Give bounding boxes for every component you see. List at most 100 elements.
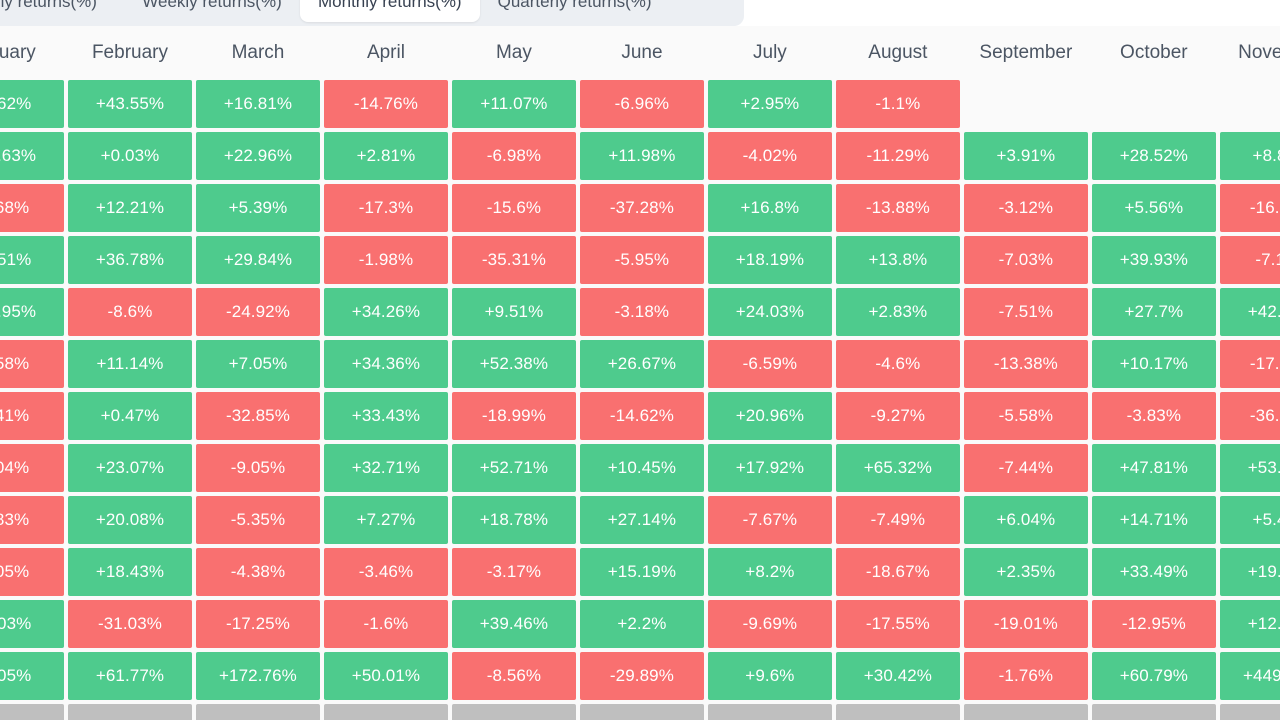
tab-monthly-returns[interactable]: Monthly returns(%) [300,0,480,22]
return-cell[interactable]: +20.08% [67,496,192,544]
return-cell[interactable]: -9.27% [835,392,960,440]
column-header-july[interactable]: July [707,30,832,76]
return-cell[interactable]: +52.71% [451,444,576,492]
return-cell[interactable]: +9.51% [451,288,576,336]
return-cell[interactable]: -12.95% [1091,600,1216,648]
return-cell[interactable]: -6.68% [0,184,64,232]
return-cell[interactable]: +0.62% [0,80,64,128]
return-cell[interactable]: +0.03% [0,600,64,648]
return-cell[interactable]: -18.67% [835,548,960,596]
return-cell[interactable]: +2.35% [963,548,1088,596]
return-cell[interactable]: +47.81% [1091,444,1216,492]
column-header-august[interactable]: August [835,30,960,76]
return-cell[interactable]: -1.98% [323,236,448,284]
return-cell[interactable]: -3.18% [579,288,704,336]
return-cell[interactable]: +5.56% [1091,184,1216,232]
return-cell[interactable]: +23.07% [67,444,192,492]
return-cell[interactable]: +28.52% [1091,132,1216,180]
column-header-february[interactable]: February [67,30,192,76]
return-cell[interactable]: -3.12% [963,184,1088,232]
return-cell[interactable]: +4.05% [0,652,64,700]
return-cell[interactable]: +29.95% [0,288,64,336]
return-cell[interactable]: -31.03% [67,600,192,648]
return-cell[interactable]: -17.25% [195,600,320,648]
return-cell[interactable]: -19.01% [963,600,1088,648]
return-cell[interactable]: +22.96% [195,132,320,180]
column-header-may[interactable]: May [451,30,576,76]
return-cell[interactable]: -15.6% [451,184,576,232]
return-cell[interactable]: -7.49% [835,496,960,544]
return-cell[interactable]: -29.89% [579,652,704,700]
return-cell[interactable]: +61.77% [67,652,192,700]
return-cell[interactable]: +18.19% [707,236,832,284]
return-cell[interactable]: +29.84% [195,236,320,284]
return-cell[interactable]: +65.32% [835,444,960,492]
return-cell[interactable]: -5.95% [579,236,704,284]
return-cell[interactable]: -14.76% [323,80,448,128]
return-cell[interactable]: +11.14% [67,340,192,388]
return-cell[interactable]: +60.79% [1091,652,1216,700]
returns-table-container[interactable]: JanuaryFebruaryMarchAprilMayJuneJulyAugu… [0,26,1280,720]
return-cell[interactable]: +10.17% [1091,340,1216,388]
return-cell[interactable]: -37.28% [579,184,704,232]
tab-weekly-returns[interactable]: Weekly returns(%) [124,0,300,22]
return-cell[interactable]: -7.03% [963,236,1088,284]
return-cell[interactable]: -6.96% [579,80,704,128]
return-cell[interactable]: +15.66% [67,704,192,720]
return-cell[interactable]: -1.76% [963,652,1088,700]
return-cell[interactable]: +4.51% [0,236,64,284]
return-cell[interactable]: -4.78% [963,704,1088,720]
return-cell-empty[interactable] [1092,80,1216,128]
return-cell[interactable]: +3.91% [963,132,1088,180]
column-header-june[interactable]: June [579,30,704,76]
return-cell[interactable]: +39.46% [451,600,576,648]
tab-quarterly-returns[interactable]: Quarterly returns(%) [480,0,670,22]
return-cell[interactable]: -13.88% [835,184,960,232]
return-cell[interactable]: +32.71% [323,444,448,492]
return-cell[interactable]: +10.45% [579,444,704,492]
return-cell[interactable]: -5.58% [963,392,1088,440]
return-cell[interactable]: -0.04% [0,444,64,492]
column-header-november[interactable]: November [1219,30,1280,76]
return-cell[interactable]: -13.38% [963,340,1088,388]
return-cell[interactable]: +12.82% [1219,600,1280,648]
return-cell[interactable]: +53.48% [1219,444,1280,492]
return-cell[interactable]: -4.02% [707,132,832,180]
return-cell-empty[interactable] [1220,80,1280,128]
return-cell[interactable]: +27.7% [1091,288,1216,336]
return-cell[interactable]: +172.76% [195,652,320,700]
return-cell[interactable]: +0.47% [67,392,192,440]
return-cell[interactable]: +30.42% [835,652,960,700]
return-cell[interactable]: +27.14% [579,496,704,544]
return-cell[interactable]: -1.6% [323,600,448,648]
return-cell[interactable]: -6.59% [707,340,832,388]
return-cell[interactable]: +7.05% [195,340,320,388]
return-cell[interactable]: +8.81% [1219,132,1280,180]
return-cell[interactable]: +2.38% [835,704,960,720]
return-cell[interactable]: +11.98% [579,132,704,180]
return-cell[interactable]: +39.63% [0,132,64,180]
return-cell[interactable]: +20.96% [707,392,832,440]
return-cell[interactable]: +43.55% [67,80,192,128]
return-cell[interactable]: +2.83% [835,288,960,336]
return-cell[interactable]: -5.35% [195,496,320,544]
return-cell[interactable]: +18.43% [67,548,192,596]
return-cell[interactable]: -17.27% [1219,340,1280,388]
column-header-april[interactable]: April [323,30,448,76]
return-cell[interactable]: -14.62% [579,392,704,440]
return-cell[interactable]: +12.98% [323,704,448,720]
return-cell[interactable]: -7.51% [963,288,1088,336]
return-cell[interactable]: -4.38% [195,548,320,596]
return-cell[interactable]: +19.27% [1219,548,1280,596]
return-cell[interactable]: -17.3% [323,184,448,232]
return-cell[interactable]: +7.94% [451,704,576,720]
return-cell[interactable]: +6.04% [963,496,1088,544]
column-header-september[interactable]: September [963,30,1088,76]
return-cell[interactable]: +7.56% [707,704,832,720]
return-cell[interactable]: +11.07% [451,80,576,128]
return-cell[interactable]: -36.57% [1219,392,1280,440]
return-cell[interactable]: -9.69% [707,600,832,648]
return-cell[interactable]: -3.83% [1091,392,1216,440]
return-cell[interactable]: +13.42% [195,704,320,720]
return-cell[interactable]: +34.36% [323,340,448,388]
